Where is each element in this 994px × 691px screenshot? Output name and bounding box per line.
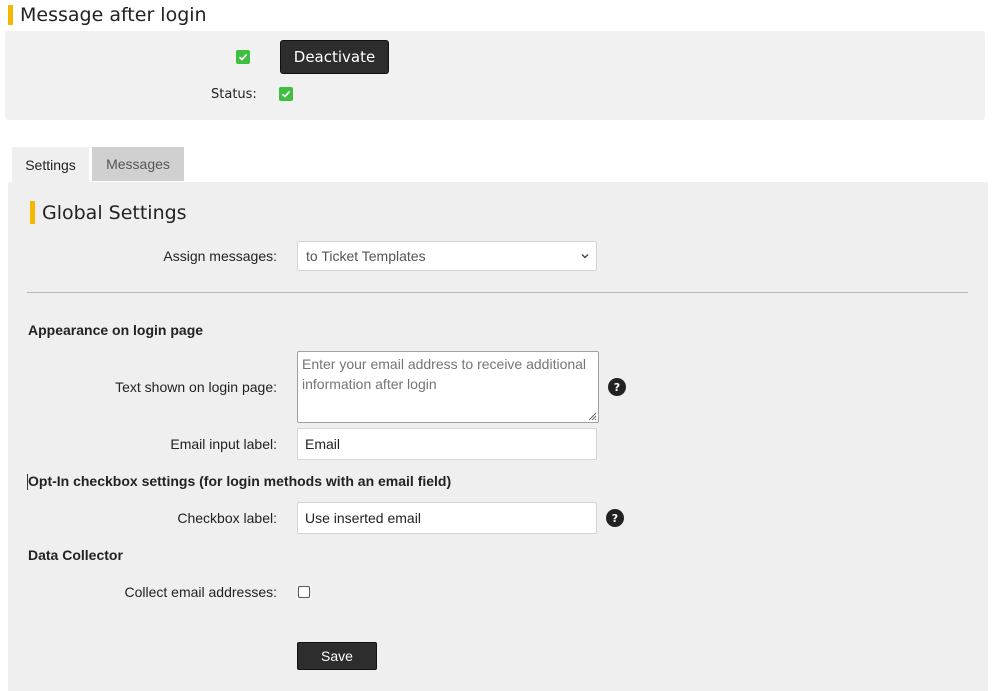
tab-settings[interactable]: Settings — [12, 147, 89, 182]
status-label: Status: — [211, 87, 257, 102]
activation-box — [5, 31, 985, 120]
check-icon — [281, 90, 291, 98]
check-icon — [238, 53, 248, 61]
data-collector-heading: Data Collector — [28, 547, 123, 563]
collect-emails-label: Collect email addresses: — [124, 584, 277, 600]
section-accent-bar — [30, 201, 35, 224]
assign-messages-value: to Ticket Templates — [306, 248, 426, 264]
save-button[interactable]: Save — [297, 642, 377, 670]
collect-emails-checkbox[interactable] — [298, 586, 310, 598]
chevron-down-icon — [581, 254, 589, 259]
email-input-label: Email input label: — [170, 436, 277, 452]
appearance-heading: Appearance on login page — [28, 322, 204, 338]
tab-messages[interactable]: Messages — [92, 147, 184, 181]
assign-messages-label: Assign messages: — [163, 248, 277, 264]
checkbox-label-help-icon[interactable]: ? — [606, 509, 624, 527]
login-text-label: Text shown on login page: — [115, 379, 277, 395]
title-accent-bar — [8, 5, 13, 25]
assign-messages-select[interactable]: to Ticket Templates — [297, 241, 597, 271]
resize-grip-icon — [588, 412, 597, 421]
active-checkbox[interactable] — [236, 50, 250, 64]
email-label-input[interactable]: Email — [297, 428, 597, 460]
page-title: Message after login — [20, 4, 207, 26]
optin-heading: Opt-In checkbox settings (for login meth… — [28, 473, 452, 489]
section-divider — [27, 292, 968, 293]
checkbox-label-label: Checkbox label: — [177, 510, 277, 526]
checkbox-label-input[interactable]: Use inserted email — [297, 502, 597, 534]
global-settings-title: Global Settings — [42, 202, 187, 224]
status-checkbox[interactable] — [279, 87, 293, 101]
login-text-help-icon[interactable]: ? — [608, 378, 626, 396]
login-text-textarea[interactable] — [297, 351, 599, 423]
deactivate-button[interactable]: Deactivate — [280, 40, 389, 74]
